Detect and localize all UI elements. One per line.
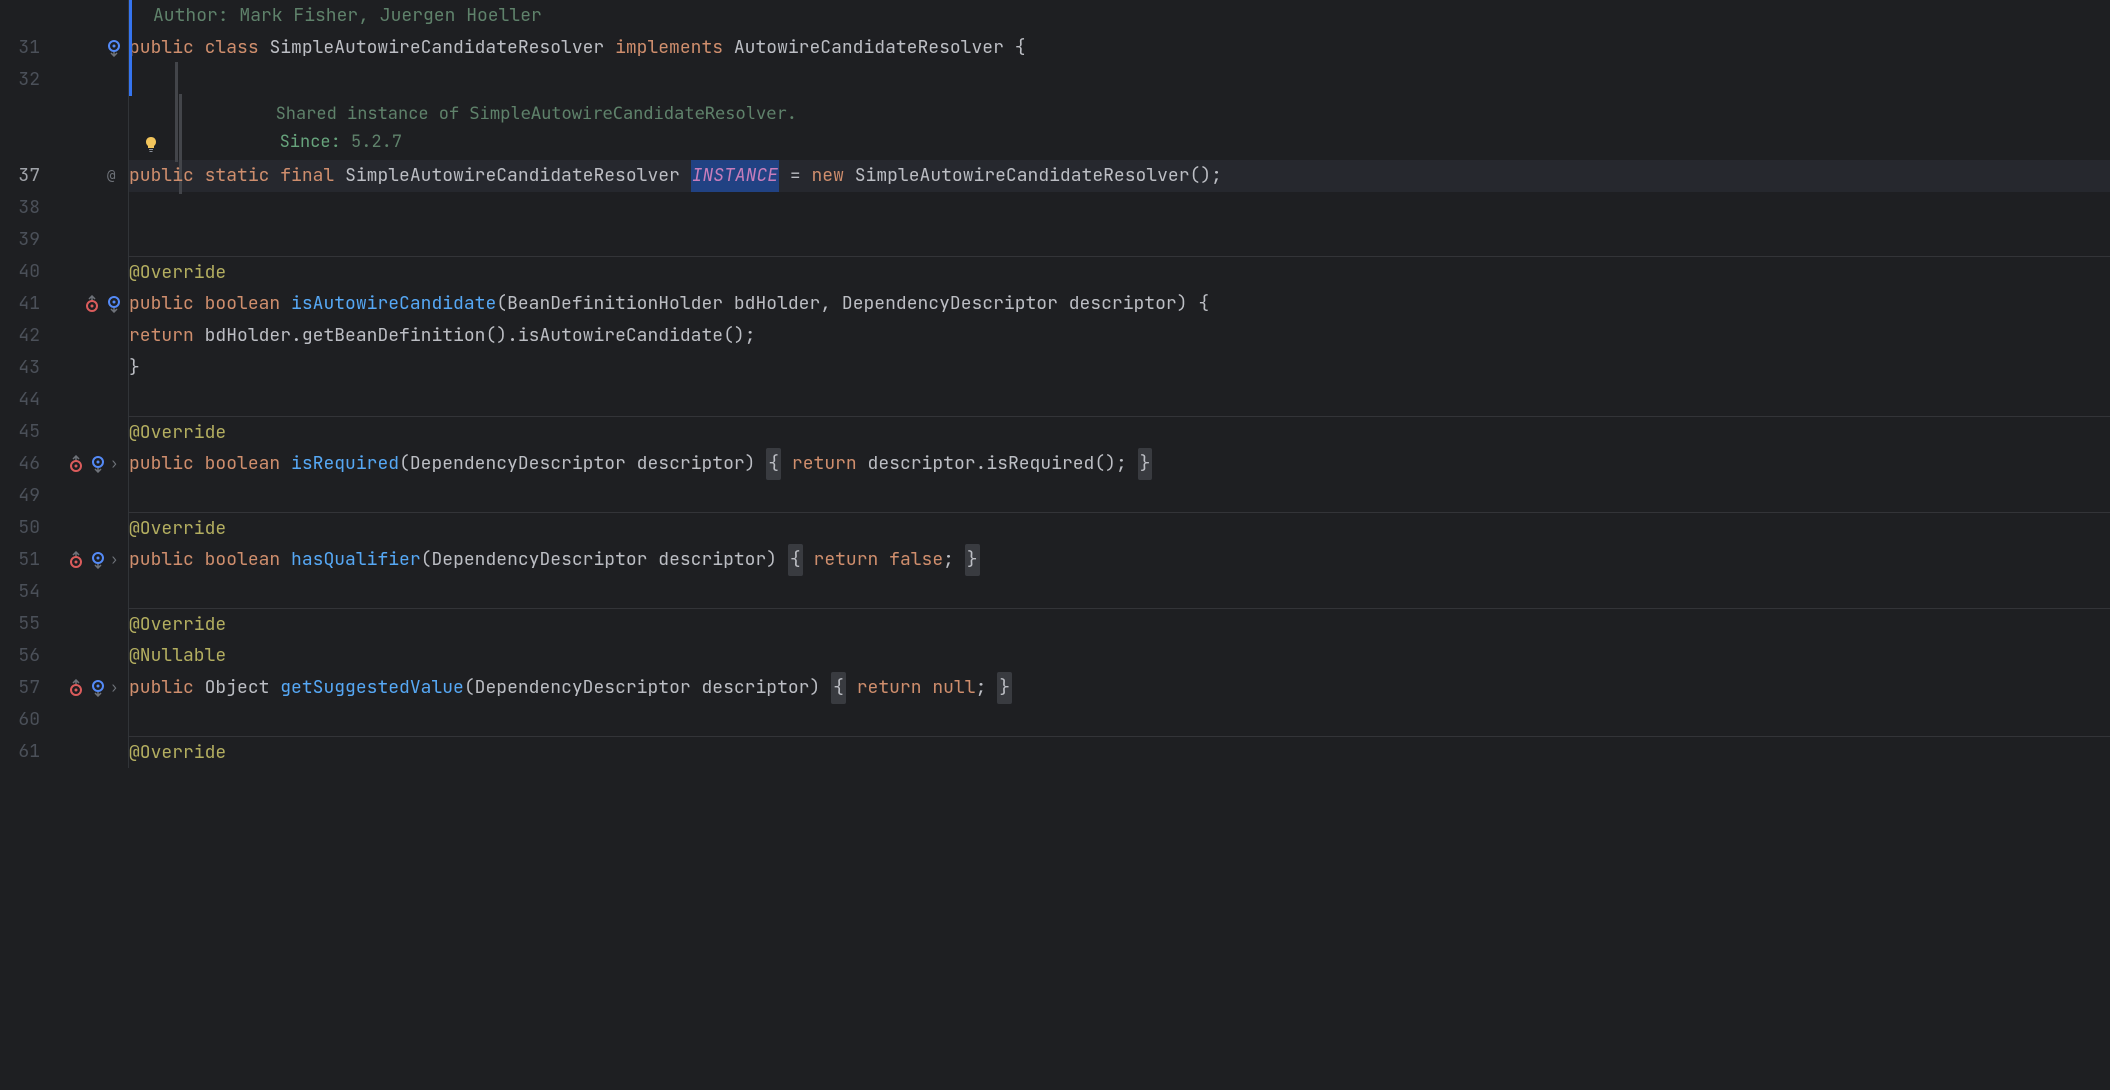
overrides-icon[interactable] — [82, 294, 102, 314]
implemented-icon[interactable] — [88, 550, 108, 570]
line-number: 57 — [0, 672, 40, 704]
fold-region[interactable]: } — [1138, 448, 1153, 480]
line-number: 37 — [0, 160, 40, 192]
fold-region[interactable]: { — [788, 544, 803, 576]
implemented-icon[interactable] — [88, 678, 108, 698]
line-number: 46 — [0, 448, 40, 480]
code-editor: 31 32 37 38 39 40 41 42 43 44 45 46 49 5… — [0, 0, 2110, 768]
fold-chevron-icon[interactable]: › — [110, 544, 124, 576]
code-line — [129, 480, 2110, 512]
doc-block-line: Shared instance of SimpleAutowireCandida… — [129, 96, 2110, 128]
line-number: 56 — [0, 640, 40, 672]
line-number: 42 — [0, 320, 40, 352]
line-number: 41 — [0, 288, 40, 320]
fold-region[interactable]: } — [965, 544, 980, 576]
code-line: @Override — [129, 416, 2110, 448]
line-number: 60 — [0, 704, 40, 736]
code-line: return bdHolder.getBeanDefinition().isAu… — [129, 320, 2110, 352]
code-line: public boolean isAutowireCandidate(BeanD… — [129, 288, 2110, 320]
code-line — [129, 576, 2110, 608]
fold-region[interactable]: { — [831, 672, 846, 704]
code-line: } — [129, 352, 2110, 384]
fold-region[interactable]: { — [766, 448, 781, 480]
change-marker — [129, 0, 132, 96]
line-number: 51 — [0, 544, 40, 576]
implemented-icon[interactable] — [88, 454, 108, 474]
code-line: Author: Mark Fisher, Juergen Hoeller — [129, 0, 2110, 32]
line-number: 61 — [0, 736, 40, 768]
intention-bulb-icon[interactable] — [141, 134, 161, 154]
code-line: @Override — [129, 736, 2110, 768]
overrides-icon[interactable] — [66, 678, 86, 698]
line-number: 45 — [0, 416, 40, 448]
code-line: @Nullable — [129, 640, 2110, 672]
line-number: 49 — [0, 480, 40, 512]
fold-chevron-icon[interactable]: › — [110, 672, 124, 704]
implemented-icon[interactable] — [104, 38, 124, 58]
fold-chevron-icon[interactable]: › — [110, 448, 124, 480]
code-line: @Override — [129, 256, 2110, 288]
code-area[interactable]: Author: Mark Fisher, Juergen Hoeller pub… — [128, 0, 2110, 768]
code-line: @Override — [129, 608, 2110, 640]
line-number: 40 — [0, 256, 40, 288]
implemented-icon[interactable] — [104, 294, 124, 314]
code-line: public boolean hasQualifier(DependencyDe… — [129, 544, 2110, 576]
code-line: public boolean isRequired(DependencyDesc… — [129, 448, 2110, 480]
line-number: 32 — [0, 64, 40, 96]
code-line — [129, 192, 2110, 224]
code-line — [129, 704, 2110, 736]
gutter-icons: @ — [52, 0, 128, 768]
code-line — [129, 384, 2110, 416]
code-line: public class SimpleAutowireCandidateReso… — [129, 32, 2110, 64]
selection: INSTANCE — [691, 160, 779, 192]
line-number: 38 — [0, 192, 40, 224]
doc-author: Author: Mark Fisher, Juergen Hoeller — [129, 0, 542, 32]
fold-region[interactable]: } — [997, 672, 1012, 704]
svg-text:@: @ — [107, 168, 116, 184]
code-line — [129, 224, 2110, 256]
line-number — [0, 0, 40, 32]
line-number: 50 — [0, 512, 40, 544]
gutter: 31 32 37 38 39 40 41 42 43 44 45 46 49 5… — [0, 0, 128, 768]
line-number: 31 — [0, 32, 40, 64]
line-number: 43 — [0, 352, 40, 384]
usages-icon[interactable]: @ — [104, 166, 124, 186]
overrides-icon[interactable] — [66, 550, 86, 570]
overrides-icon[interactable] — [66, 454, 86, 474]
code-line: @Override — [129, 512, 2110, 544]
code-line: public static final SimpleAutowireCandid… — [129, 160, 2110, 192]
line-number — [0, 128, 40, 160]
code-line: public Object getSuggestedValue(Dependen… — [129, 672, 2110, 704]
line-number: 44 — [0, 384, 40, 416]
line-number: 55 — [0, 608, 40, 640]
line-number: 54 — [0, 576, 40, 608]
line-numbers: 31 32 37 38 39 40 41 42 43 44 45 46 49 5… — [0, 0, 52, 768]
line-number — [0, 96, 40, 128]
line-number: 39 — [0, 224, 40, 256]
